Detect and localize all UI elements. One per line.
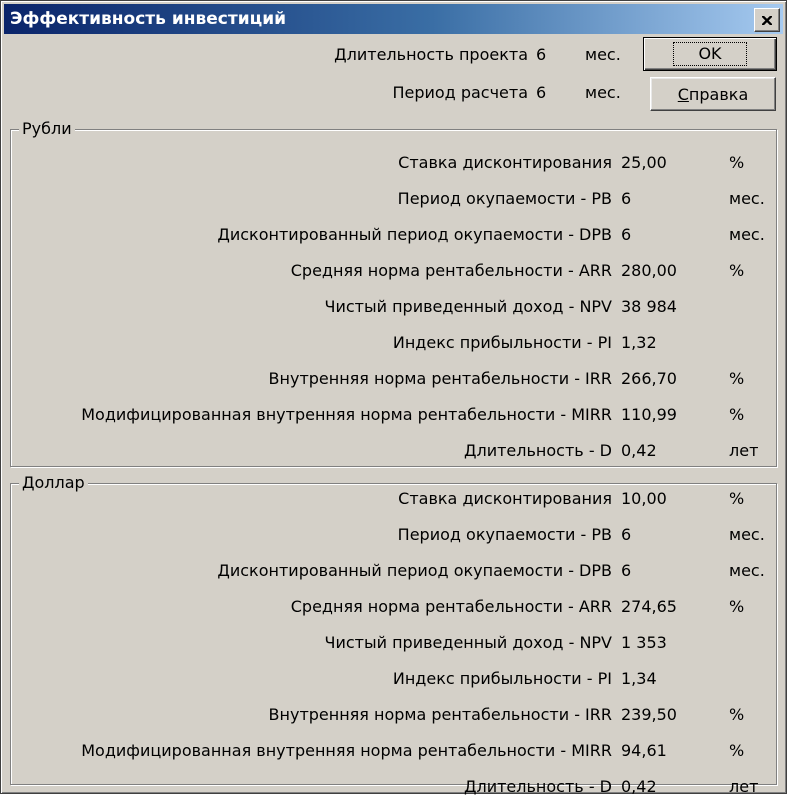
list-item: Индекс прибыльности - PI 1,34 (11, 664, 776, 694)
discounted-payback-value: 6 (621, 561, 632, 580)
mirr-value: 110,99 (621, 405, 677, 424)
npv-label: Чистый приведенный доход - NPV (324, 297, 612, 316)
arr-value: 280,00 (621, 261, 677, 280)
discount-rate-value: 10,00 (621, 489, 667, 508)
discount-rate-unit: % (729, 489, 745, 508)
list-item: Дисконтированный период окупаемости - DP… (11, 556, 776, 586)
mirr-value: 94,61 (621, 741, 667, 760)
list-item: Длительность - D 0,42 лет (11, 772, 776, 802)
list-item: Период окупаемости - PB 6 мес. (11, 184, 776, 214)
list-item: Внутренняя норма рентабельности - IRR 23… (11, 700, 776, 730)
payback-period-label: Период окупаемости - PB (397, 189, 612, 208)
mirr-unit: % (729, 405, 745, 424)
list-item: Чистый приведенный доход - NPV 38 984 (11, 292, 776, 322)
irr-label: Внутренняя норма рентабельности - IRR (268, 705, 612, 724)
duration-label: Длительность - D (463, 441, 612, 460)
arr-label: Средняя норма рентабельности - ARR (290, 261, 612, 280)
pi-value: 1,34 (621, 669, 657, 688)
mirr-unit: % (729, 741, 745, 760)
rubles-group: Рубли Ставка дисконтирования 25,00 % Пер… (10, 119, 777, 467)
rubles-group-legend: Рубли (19, 119, 75, 139)
calculation-period-value: 6 (536, 83, 547, 102)
list-item: Средняя норма рентабельности - ARR 280,0… (11, 256, 776, 286)
pi-label: Индекс прибыльности - PI (392, 333, 612, 352)
list-item: Модифицированная внутренняя норма рентаб… (11, 400, 776, 430)
duration-value: 0,42 (621, 777, 657, 796)
discounted-payback-value: 6 (621, 225, 632, 244)
npv-value: 1 353 (621, 633, 667, 652)
list-item: Внутренняя норма рентабельности - IRR 26… (11, 364, 776, 394)
list-item: Ставка дисконтирования 25,00 % (11, 148, 776, 178)
mirr-label: Модифицированная внутренняя норма рентаб… (81, 405, 612, 424)
close-button[interactable] (754, 8, 780, 32)
investment-efficiency-dialog: Эффективность инвестиций Длительность пр… (0, 0, 787, 796)
list-item: Период окупаемости - PB 6 мес. (11, 520, 776, 550)
arr-unit: % (729, 261, 745, 280)
duration-value: 0,42 (621, 441, 657, 460)
duration-unit: лет (729, 441, 759, 460)
list-item: Модифицированная внутренняя норма рентаб… (11, 736, 776, 766)
mirr-label: Модифицированная внутренняя норма рентаб… (81, 741, 612, 760)
discount-rate-unit: % (729, 153, 745, 172)
discount-rate-value: 25,00 (621, 153, 667, 172)
payback-period-unit: мес. (729, 525, 765, 544)
duration-label: Длительность - D (463, 777, 612, 796)
irr-label: Внутренняя норма рентабельности - IRR (268, 369, 612, 388)
arr-label: Средняя норма рентабельности - ARR (290, 597, 612, 616)
payback-period-value: 6 (621, 189, 632, 208)
discounted-payback-unit: мес. (729, 561, 765, 580)
irr-value: 266,70 (621, 369, 677, 388)
npv-label: Чистый приведенный доход - NPV (324, 633, 612, 652)
discounted-payback-unit: мес. (729, 225, 765, 244)
list-item: Ставка дисконтирования 10,00 % (11, 484, 776, 514)
window-title: Эффективность инвестиций (10, 9, 287, 29)
title-bar[interactable]: Эффективность инвестиций (4, 4, 783, 34)
list-item: Средняя норма рентабельности - ARR 274,6… (11, 592, 776, 622)
duration-unit: лет (729, 777, 759, 796)
payback-period-label: Период окупаемости - PB (397, 525, 612, 544)
payback-period-value: 6 (621, 525, 632, 544)
list-item: Индекс прибыльности - PI 1,32 (11, 328, 776, 358)
discounted-payback-label: Дисконтированный период окупаемости - DP… (217, 561, 612, 580)
discount-rate-label: Ставка дисконтирования (398, 153, 612, 172)
arr-unit: % (729, 597, 745, 616)
list-item: Чистый приведенный доход - NPV 1 353 (11, 628, 776, 658)
irr-unit: % (729, 705, 745, 724)
payback-period-unit: мес. (729, 189, 765, 208)
calculation-period-unit: мес. (585, 83, 621, 102)
npv-value: 38 984 (621, 297, 677, 316)
discounted-payback-label: Дисконтированный период окупаемости - DP… (217, 225, 612, 244)
calculation-period-label: Период расчета (392, 83, 528, 102)
ok-button[interactable]: OK (643, 37, 777, 71)
discount-rate-label: Ставка дисконтирования (398, 489, 612, 508)
project-duration-unit: мес. (585, 45, 621, 64)
pi-value: 1,32 (621, 333, 657, 352)
close-icon (762, 15, 772, 25)
help-button-label: Справка (677, 84, 749, 104)
pi-label: Индекс прибыльности - PI (392, 669, 612, 688)
dollar-group: Доллар Ставка дисконтирования 10,00 % Пе… (10, 473, 777, 796)
ok-button-label: OK (673, 42, 747, 66)
irr-value: 239,50 (621, 705, 677, 724)
arr-value: 274,65 (621, 597, 677, 616)
help-button[interactable]: Справка (650, 77, 776, 111)
list-item: Длительность - D 0,42 лет (11, 436, 776, 466)
project-duration-value: 6 (536, 45, 547, 64)
project-duration-label: Длительность проекта (334, 45, 528, 64)
irr-unit: % (729, 369, 745, 388)
list-item: Дисконтированный период окупаемости - DP… (11, 220, 776, 250)
